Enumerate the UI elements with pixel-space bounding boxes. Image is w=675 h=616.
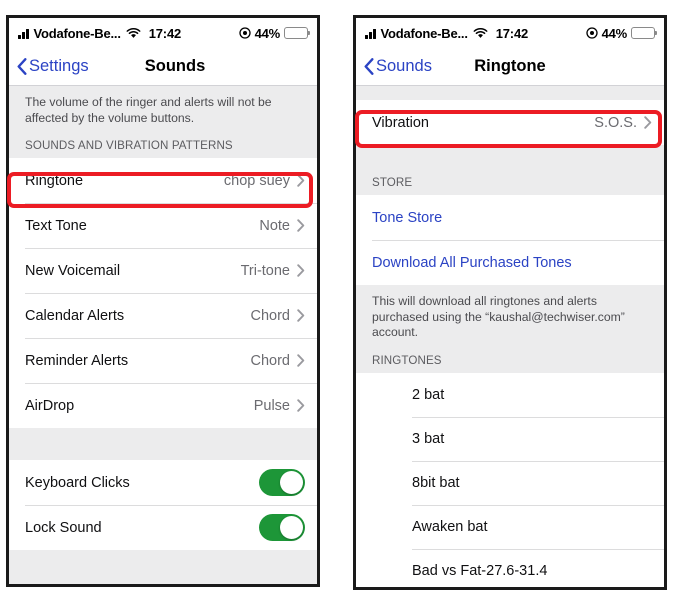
- ringtone-item-3-bat[interactable]: 3 bat: [356, 416, 664, 461]
- back-button-settings[interactable]: Settings: [9, 57, 89, 76]
- carrier-label: Vodafone-Be...: [380, 25, 468, 41]
- chevron-right-icon: [297, 264, 305, 277]
- wifi-icon: [126, 27, 141, 39]
- row-lock-sound[interactable]: Lock Sound: [9, 505, 317, 550]
- section-gap-store: [356, 145, 664, 169]
- ringtone-item-2-bat[interactable]: 2 bat: [356, 372, 664, 417]
- chevron-right-icon: [644, 116, 652, 129]
- row-tone-store[interactable]: Tone Store: [356, 195, 664, 240]
- row-label: Lock Sound: [25, 519, 102, 536]
- row-label: Download All Purchased Tones: [372, 254, 572, 271]
- row-label: 8bit bat: [412, 474, 460, 491]
- row-label: Keyboard Clicks: [25, 474, 130, 491]
- row-label: 3 bat: [412, 430, 445, 447]
- row-label: Bad vs Fat-27.6-31.4: [412, 562, 548, 579]
- ringtones-group: 2 bat 3 bat 8bit bat Awaken bat Bad vs F…: [356, 372, 664, 587]
- row-value: Chord: [250, 352, 291, 369]
- section-header-store: STORE: [356, 169, 664, 195]
- row-label: Vibration: [372, 114, 429, 131]
- battery-percent-label: 44%: [601, 25, 628, 41]
- left-status-bar-left: Vodafone-Be... 17:42: [18, 26, 181, 41]
- wifi-icon: [473, 27, 488, 39]
- location-services-icon: [238, 27, 251, 39]
- row-label: 2 bat: [412, 386, 445, 403]
- back-button-label: Settings: [29, 57, 89, 75]
- row-download-all-purchased-tones[interactable]: Download All Purchased Tones: [356, 240, 664, 285]
- row-text-tone[interactable]: Text Tone Note: [9, 203, 317, 248]
- left-status-bar: Vodafone-Be... 17:42 44%: [9, 18, 317, 48]
- back-button-sounds[interactable]: Sounds: [356, 57, 432, 76]
- status-bar-clock: 17:42: [148, 25, 181, 41]
- chevron-right-icon: [297, 174, 305, 187]
- phone-left-sounds-screen: Vodafone-Be... 17:42 44% Settings Sounds…: [6, 15, 320, 587]
- vibration-group: Vibration S.O.S.: [356, 100, 664, 145]
- row-value: Tri-tone: [240, 262, 290, 279]
- row-label: Calendar Alerts: [25, 307, 125, 324]
- carrier-label: Vodafone-Be...: [33, 25, 121, 41]
- row-label: Awaken bat: [412, 518, 488, 535]
- left-status-bar-right: 44%: [238, 25, 311, 41]
- store-footnote: This will download all ringtones and ale…: [356, 285, 664, 347]
- ringtone-item-8bit-bat[interactable]: 8bit bat: [356, 460, 664, 505]
- row-value: S.O.S.: [594, 114, 637, 131]
- row-ringtone[interactable]: Ringtone chop suey: [9, 158, 317, 203]
- top-gap: [356, 86, 664, 100]
- lock-sound-toggle[interactable]: [259, 514, 305, 541]
- back-button-label: Sounds: [376, 57, 432, 75]
- row-vibration[interactable]: Vibration S.O.S.: [356, 100, 664, 145]
- chevron-right-icon: [297, 219, 305, 232]
- ringtone-item-bad-vs-fat[interactable]: Bad vs Fat-27.6-31.4: [356, 548, 664, 587]
- row-airdrop[interactable]: AirDrop Pulse: [9, 383, 317, 428]
- row-label: Tone Store: [372, 209, 443, 226]
- chevron-right-icon: [297, 399, 305, 412]
- phone-right-ringtone-screen: Vodafone-Be... 17:42 44% Sounds Ringtone…: [353, 15, 667, 590]
- cellular-signal-icon: [365, 28, 376, 39]
- right-status-bar: Vodafone-Be... 17:42 44%: [356, 18, 664, 48]
- row-value: Chord: [250, 307, 291, 324]
- ringtone-item-awaken-bat[interactable]: Awaken bat: [356, 504, 664, 549]
- toggle-knob: [279, 515, 304, 540]
- toggles-group: Keyboard Clicks Lock Sound: [9, 460, 317, 550]
- section-header-ringtones: RINGTONES: [356, 346, 664, 373]
- row-label: Text Tone: [25, 217, 87, 234]
- chevron-right-icon: [297, 309, 305, 322]
- right-nav-bar: Sounds Ringtone: [356, 48, 664, 86]
- cellular-signal-icon: [18, 28, 29, 39]
- row-label: New Voicemail: [25, 262, 121, 279]
- left-nav-bar: Settings Sounds: [9, 48, 317, 86]
- row-label: AirDrop: [25, 397, 75, 414]
- right-screen: Vodafone-Be... 17:42 44% Sounds Ringtone…: [356, 18, 664, 587]
- keyboard-clicks-toggle[interactable]: [259, 469, 305, 496]
- left-content: The volume of the ringer and alerts will…: [9, 86, 317, 584]
- chevron-right-icon: [297, 354, 305, 367]
- toggle-knob: [279, 470, 304, 495]
- row-value: chop suey: [223, 172, 290, 189]
- row-value: Note: [259, 217, 290, 234]
- store-group: Tone Store Download All Purchased Tones: [356, 195, 664, 285]
- section-gap: [9, 428, 317, 460]
- chevron-left-icon: [364, 58, 374, 75]
- right-status-bar-left: Vodafone-Be... 17:42: [365, 26, 528, 41]
- battery-icon: [631, 27, 658, 39]
- bottom-gap: [9, 550, 317, 584]
- row-reminder-alerts[interactable]: Reminder Alerts Chord: [9, 338, 317, 383]
- row-label: Ringtone: [25, 172, 84, 189]
- row-value: Pulse: [253, 397, 290, 414]
- battery-percent-label: 44%: [254, 25, 281, 41]
- row-keyboard-clicks[interactable]: Keyboard Clicks: [9, 460, 317, 505]
- row-label: Reminder Alerts: [25, 352, 129, 369]
- volume-footnote: The volume of the ringer and alerts will…: [9, 86, 317, 132]
- section-header-sounds-vibration: SOUNDS AND VIBRATION PATTERNS: [9, 132, 317, 158]
- chevron-left-icon: [17, 58, 27, 75]
- location-services-icon: [585, 27, 598, 39]
- battery-icon: [284, 27, 311, 39]
- row-calendar-alerts[interactable]: Calendar Alerts Chord: [9, 293, 317, 338]
- right-content: Vibration S.O.S. STORE Tone Store Downlo…: [356, 86, 664, 587]
- sounds-list-group: Ringtone chop suey Text Tone Note New Vo…: [9, 158, 317, 428]
- right-status-bar-right: 44%: [585, 25, 658, 41]
- row-new-voicemail[interactable]: New Voicemail Tri-tone: [9, 248, 317, 293]
- status-bar-clock: 17:42: [495, 25, 528, 41]
- left-screen: Vodafone-Be... 17:42 44% Settings Sounds…: [9, 18, 317, 584]
